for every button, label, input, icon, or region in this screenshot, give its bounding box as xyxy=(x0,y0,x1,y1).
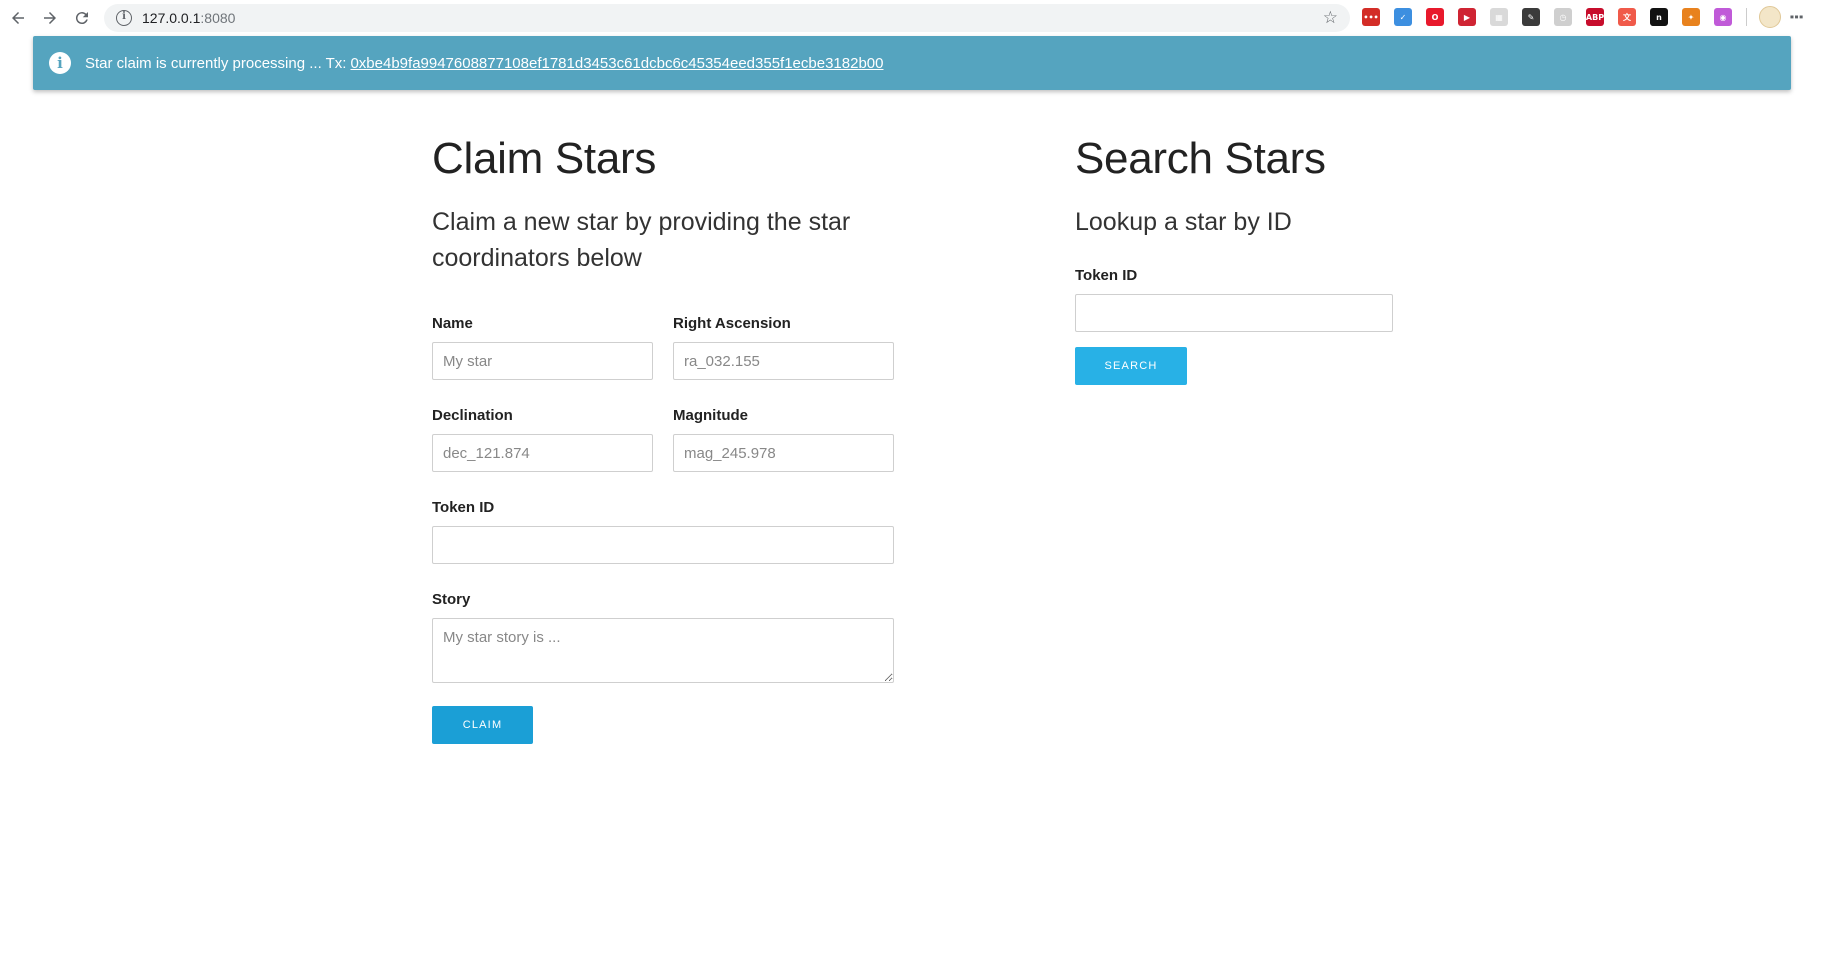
video-extension-icon[interactable]: ▶ xyxy=(1458,8,1476,26)
opera-icon[interactable]: O xyxy=(1426,8,1444,26)
site-info-icon[interactable]: i xyxy=(116,10,132,26)
claim-button[interactable]: Claim xyxy=(432,706,533,744)
toolbar-separator xyxy=(1746,8,1747,26)
reload-icon[interactable] xyxy=(67,3,97,33)
extensions-bar: ••• ✓ O ▶ ▦ ✎ ◷ ABP 文 n ✦ ◉ ⋮ xyxy=(1362,6,1806,28)
ra-label: Right Ascension xyxy=(673,315,791,332)
story-textarea[interactable] xyxy=(432,618,894,683)
dec-mag-row: Declination Magnitude xyxy=(432,407,894,472)
search-title: Search Stars xyxy=(1075,134,1326,183)
declination-input[interactable] xyxy=(432,434,653,472)
search-subtitle: Lookup a star by ID xyxy=(1075,208,1292,236)
claim-title: Claim Stars xyxy=(432,134,657,183)
notion-extension-icon[interactable]: n xyxy=(1650,8,1668,26)
back-icon[interactable] xyxy=(3,3,33,33)
color-extension-icon[interactable]: ◉ xyxy=(1714,8,1732,26)
browser-menu-icon[interactable]: ⋮ xyxy=(1787,9,1806,25)
dec-group: Declination xyxy=(432,407,653,472)
token-label: Token ID xyxy=(432,499,495,516)
pen-extension-icon[interactable]: ✎ xyxy=(1522,8,1540,26)
name-input[interactable] xyxy=(432,342,653,380)
name-label: Name xyxy=(432,315,473,332)
clock-extension-icon[interactable]: ◷ xyxy=(1554,8,1572,26)
url-port: :8080 xyxy=(200,10,236,26)
url-text[interactable]: 127.0.0.1:8080 xyxy=(142,10,235,26)
token-group: Token ID xyxy=(432,499,894,564)
translate-extension-icon[interactable]: 文 xyxy=(1618,8,1636,26)
claim-subtitle: Claim a new star by providing the star c… xyxy=(432,208,851,272)
profile-avatar-icon[interactable] xyxy=(1759,6,1781,28)
story-label: Story xyxy=(432,591,471,608)
checkmark-extension-icon[interactable]: ✓ xyxy=(1394,8,1412,26)
metamask-icon[interactable]: ✦ xyxy=(1682,8,1700,26)
dec-label: Declination xyxy=(432,407,513,424)
search-token-id-input[interactable] xyxy=(1075,294,1393,332)
grid-extension-icon[interactable]: ▦ xyxy=(1490,8,1508,26)
tx-hash-link[interactable]: 0xbe4b9fa9947608877108ef1781d3453c61dcbc… xyxy=(350,55,883,72)
name-group: Name xyxy=(432,315,653,380)
browser-toolbar: i 127.0.0.1:8080 ☆ ••• ✓ O ▶ ▦ ✎ ◷ ABP 文 n ✦ ◉ ⋮ xyxy=(0,0,1827,36)
alert-message: Star claim is currently processing ... T… xyxy=(85,54,347,72)
name-ra-row: Name Right Ascension xyxy=(432,315,894,380)
search-button[interactable]: Search xyxy=(1075,347,1187,385)
lastpass-icon[interactable]: ••• xyxy=(1362,8,1380,26)
story-group: Story xyxy=(432,591,894,683)
mag-label: Magnitude xyxy=(673,407,748,424)
right-ascension-input[interactable] xyxy=(673,342,894,380)
forward-icon[interactable] xyxy=(35,3,65,33)
info-icon: i xyxy=(49,52,71,74)
processing-alert: i Star claim is currently processing ...… xyxy=(33,36,1791,90)
ra-group: Right Ascension xyxy=(673,315,894,380)
search-token-group: Token ID xyxy=(1075,267,1393,332)
bookmark-star-icon[interactable]: ☆ xyxy=(1323,8,1338,28)
url-host: 127.0.0.1 xyxy=(142,10,201,26)
mag-group: Magnitude xyxy=(673,407,894,472)
magnitude-input[interactable] xyxy=(673,434,894,472)
claim-section: Claim Stars Claim a new star by providin… xyxy=(432,130,894,744)
address-bar[interactable]: i 127.0.0.1:8080 ☆ xyxy=(104,4,1350,32)
claim-token-id-input[interactable] xyxy=(432,526,894,564)
search-section: Search Stars Lookup a star by ID Token I… xyxy=(1075,130,1393,385)
adblock-plus-icon[interactable]: ABP xyxy=(1586,8,1604,26)
search-token-label: Token ID xyxy=(1075,267,1138,284)
